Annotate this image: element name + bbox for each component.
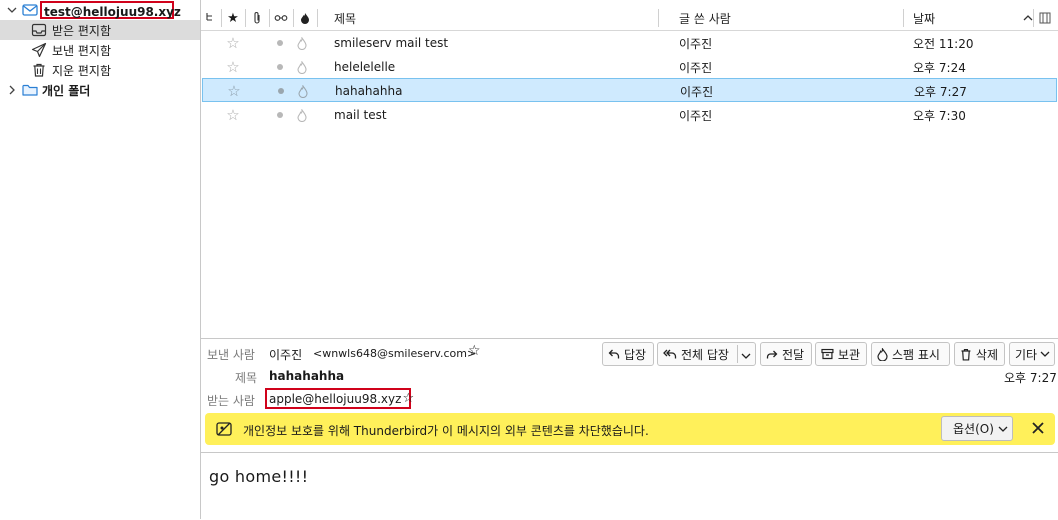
attachment-column-icon[interactable] [249, 6, 265, 30]
more-button[interactable]: 기타 [1009, 342, 1055, 366]
trash-icon [31, 62, 47, 78]
read-status-icon[interactable] [277, 31, 285, 55]
delete-button[interactable]: 삭제 [954, 342, 1005, 366]
message-subject: mail test [334, 108, 387, 122]
message-date: 오후 7:27 [914, 84, 967, 99]
add-contact-star-icon[interactable]: ☆ [402, 391, 414, 406]
to-label: 받는 사람 [207, 394, 255, 408]
message-row-selected[interactable]: ☆ hahahahha 이주진 오후 7:27 [202, 78, 1057, 102]
folder-label: 받은 편지함 [52, 23, 112, 38]
reply-all-button[interactable]: 전체 답장 [657, 342, 756, 366]
options-button[interactable]: 옵션(O) [941, 416, 1013, 441]
message-sender: 이주진 [679, 108, 713, 123]
account-name: test@hellojuu98.xyz [40, 1, 181, 19]
inbox-icon [31, 22, 47, 38]
column-picker-icon[interactable] [1039, 6, 1055, 30]
message-body: go home!!!! [209, 467, 309, 486]
sender-column-header[interactable]: 글 쓴 사람 [679, 6, 731, 30]
reply-button[interactable]: 답장 [602, 342, 654, 366]
message-sender: 이주진 [679, 60, 713, 75]
junk-status-icon[interactable] [297, 103, 307, 127]
folder-icon [22, 82, 38, 98]
local-folders-row[interactable]: 개인 폴더 [0, 80, 200, 100]
chevron-down-icon[interactable] [6, 4, 18, 16]
folder-label: 개인 폴더 [42, 83, 91, 98]
star-icon[interactable]: ☆ [225, 31, 241, 55]
archive-icon [821, 348, 834, 360]
reply-all-icon [663, 349, 677, 359]
notice-text: 개인정보 보호를 위해 Thunderbird가 이 메시지의 외부 콘텐츠를 … [243, 424, 649, 438]
subject-column-header[interactable]: 제목 [334, 6, 356, 30]
message-subject-value: hahahahha [269, 369, 345, 383]
folder-label: 지운 편지함 [52, 63, 112, 78]
star-icon[interactable]: ☆ [226, 79, 242, 103]
message-subject: smileserv mail test [334, 36, 449, 50]
junk-status-icon[interactable] [297, 55, 307, 79]
from-name[interactable]: 이주진 [269, 346, 302, 363]
subject-label: 제목 [235, 371, 258, 385]
add-contact-star-icon[interactable]: ☆ [468, 343, 481, 359]
read-status-icon[interactable] [277, 55, 285, 79]
recipient-highlight[interactable]: apple@hellojuu98.xyz ☆ [265, 388, 414, 409]
folder-sent[interactable]: 보낸 편지함 [0, 40, 200, 60]
sort-ascending-icon [1023, 11, 1033, 25]
close-icon[interactable] [1031, 421, 1045, 438]
remote-content-notice: 개인정보 보호를 위해 Thunderbird가 이 메시지의 외부 콘텐츠를 … [205, 413, 1055, 445]
thread-column-icon[interactable] [205, 6, 219, 30]
recipient-email[interactable]: apple@hellojuu98.xyz [269, 392, 401, 406]
forward-icon [766, 350, 778, 359]
blocked-content-icon [216, 421, 232, 440]
message-sender: 이주진 [680, 84, 714, 99]
message-subject: hahahahha [335, 84, 403, 98]
message-date-value: 오후 7:27 [1004, 371, 1057, 385]
folder-trash[interactable]: 지운 편지함 [0, 60, 200, 80]
message-row[interactable]: ☆ smileserv mail test 이주진 오전 11:20 [201, 31, 1058, 55]
folder-inbox[interactable]: 받은 편지함 [0, 20, 200, 40]
spam-flame-icon [877, 347, 888, 361]
junk-status-icon[interactable] [297, 31, 307, 55]
chevron-down-icon [998, 426, 1008, 432]
message-row[interactable]: ☆ helelelelle 이주진 오후 7:24 [201, 55, 1058, 79]
from-email[interactable]: <wnwls648@smileserv.com> [313, 347, 476, 360]
message-sender: 이주진 [679, 36, 713, 51]
chevron-down-icon [1040, 347, 1054, 361]
message-date: 오후 7:24 [913, 60, 966, 75]
chevron-right-icon[interactable] [6, 84, 18, 96]
archive-button[interactable]: 보관 [815, 342, 867, 366]
message-date: 오후 7:30 [913, 108, 966, 123]
from-label: 보낸 사람 [207, 348, 255, 362]
trash-icon [961, 348, 971, 361]
chevron-down-icon[interactable] [741, 349, 755, 363]
message-subject: helelelelle [334, 60, 396, 74]
message-row[interactable]: ☆ mail test 이주진 오후 7:30 [201, 103, 1058, 127]
folder-pane: test@hellojuu98.xyz 받은 편지함 보낸 편지함 지운 편지함… [0, 0, 201, 519]
message-list-header: ★ 제목 글 쓴 사람 날짜 [201, 6, 1058, 31]
forward-button[interactable]: 전달 [760, 342, 812, 366]
date-column-header[interactable]: 날짜 [913, 6, 1043, 30]
junk-status-icon[interactable] [298, 79, 308, 103]
sent-icon [31, 42, 47, 58]
read-column-icon[interactable] [273, 6, 289, 30]
star-icon[interactable]: ☆ [225, 103, 241, 127]
message-date: 오전 11:20 [913, 36, 974, 51]
read-status-icon[interactable] [277, 103, 285, 127]
message-preview: 보낸 사람 이주진 <wnwls648@smileserv.com> ☆ 답장 … [201, 338, 1058, 520]
mark-spam-button[interactable]: 스팸 표시 [871, 342, 950, 366]
read-status-icon[interactable] [278, 79, 286, 103]
folder-label: 보낸 편지함 [52, 43, 112, 58]
star-icon[interactable]: ☆ [225, 55, 241, 79]
reply-icon [608, 349, 620, 359]
account-row[interactable]: test@hellojuu98.xyz [0, 0, 200, 20]
junk-column-icon[interactable] [297, 6, 313, 30]
star-column-icon[interactable]: ★ [225, 6, 241, 30]
mail-account-icon [22, 2, 38, 18]
